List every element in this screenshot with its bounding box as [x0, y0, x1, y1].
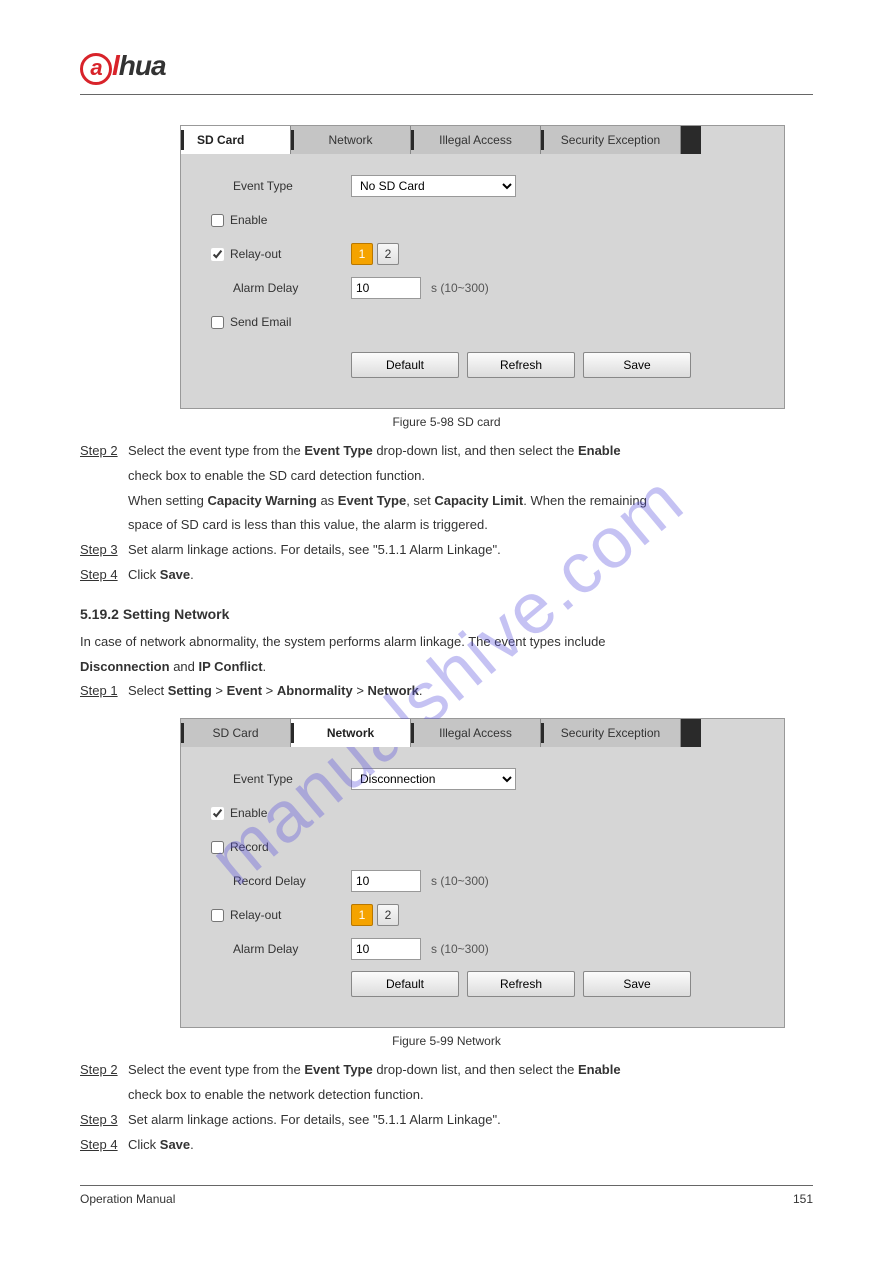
network-panel: SD Card Network Illegal Access Security … — [180, 718, 785, 1028]
tab-label: Security Exception — [561, 133, 660, 147]
tab-network[interactable]: Network — [291, 126, 411, 154]
figure-caption-2: Figure 5-99 Network — [80, 1034, 813, 1048]
tab-illegal-access[interactable]: Illegal Access — [411, 719, 541, 747]
section-heading-network: 5.19.2 Setting Network — [80, 606, 813, 622]
network-intro-1: In case of network abnormality, the syst… — [80, 632, 813, 653]
net-step-2-text: Select the event type from the Event Typ… — [128, 1060, 621, 1081]
step-2-note1: When setting Capacity Warning as Event T… — [128, 491, 813, 512]
relay-out-checkbox[interactable] — [211, 248, 224, 261]
tab-bar: SD Card Network Illegal Access Security … — [181, 719, 784, 747]
record-delay-label: Record Delay — [211, 874, 351, 888]
net-step-4-tag: Step 4 — [80, 1135, 128, 1156]
alarm-delay-input[interactable] — [351, 938, 421, 960]
tab-illegal-access[interactable]: Illegal Access — [411, 126, 541, 154]
step-2-cont: check box to enable the SD card detectio… — [128, 466, 813, 487]
record-label: Record — [230, 840, 269, 854]
relay-channel-2[interactable]: 2 — [377, 243, 399, 265]
step-3-tag: Step 3 — [80, 540, 128, 561]
bottom-divider — [80, 1185, 813, 1186]
alarm-delay-unit: s (10~300) — [431, 942, 489, 956]
default-button[interactable]: Default — [351, 971, 459, 997]
relay-channel-2[interactable]: 2 — [377, 904, 399, 926]
relay-out-label: Relay-out — [230, 908, 281, 922]
step-2-note2: space of SD card is less than this value… — [128, 515, 813, 536]
step-4-text: Click Save. — [128, 565, 194, 586]
tab-overflow — [681, 126, 701, 154]
page-number: 151 — [793, 1192, 813, 1206]
enable-label: Enable — [230, 806, 267, 820]
tab-bar: SD Card Network Illegal Access Security … — [181, 126, 784, 154]
top-divider — [80, 94, 813, 95]
footer-left: Operation Manual — [80, 1192, 175, 1206]
relay-out-checkbox[interactable] — [211, 909, 224, 922]
tab-label: SD Card — [197, 133, 244, 147]
step-2-text: Select the event type from the Event Typ… — [128, 441, 621, 462]
alarm-delay-unit: s (10~300) — [431, 281, 489, 295]
step-3-text: Set alarm linkage actions. For details, … — [128, 540, 501, 561]
event-type-select[interactable]: No SD Card — [351, 175, 516, 197]
save-button[interactable]: Save — [583, 971, 691, 997]
enable-checkbox[interactable] — [211, 214, 224, 227]
tab-label: Illegal Access — [439, 726, 512, 740]
net-step-1-text: Select Setting > Event > Abnormality > N… — [128, 681, 422, 702]
logo: alhua — [80, 50, 813, 90]
enable-label: Enable — [230, 213, 267, 227]
save-button[interactable]: Save — [583, 352, 691, 378]
sd-card-panel: SD Card Network Illegal Access Security … — [180, 125, 785, 409]
step-2-tag: Step 2 — [80, 441, 128, 462]
tab-label: Network — [328, 133, 372, 147]
relay-channel-1[interactable]: 1 — [351, 904, 373, 926]
send-email-checkbox[interactable] — [211, 316, 224, 329]
event-type-label: Event Type — [211, 772, 351, 786]
tab-label: Network — [327, 726, 374, 740]
net-step-3-tag: Step 3 — [80, 1110, 128, 1131]
record-delay-unit: s (10~300) — [431, 874, 489, 888]
alarm-delay-label: Alarm Delay — [211, 942, 351, 956]
figure-caption-1: Figure 5-98 SD card — [80, 415, 813, 429]
relay-out-label: Relay-out — [230, 247, 281, 261]
step-4-tag: Step 4 — [80, 565, 128, 586]
network-intro-2: Disconnection and IP Conflict. — [80, 657, 813, 678]
tab-security-exception[interactable]: Security Exception — [541, 126, 681, 154]
tab-label: Illegal Access — [439, 133, 512, 147]
tab-network[interactable]: Network — [291, 719, 411, 747]
net-step-4-text: Click Save. — [128, 1135, 194, 1156]
alarm-delay-label: Alarm Delay — [211, 281, 351, 295]
tab-label: Security Exception — [561, 726, 660, 740]
net-step-2-cont: check box to enable the network detectio… — [128, 1085, 813, 1106]
record-checkbox[interactable] — [211, 841, 224, 854]
net-step-2-tag: Step 2 — [80, 1060, 128, 1081]
send-email-label: Send Email — [230, 315, 291, 329]
event-type-select[interactable]: Disconnection — [351, 768, 516, 790]
enable-checkbox[interactable] — [211, 807, 224, 820]
tab-security-exception[interactable]: Security Exception — [541, 719, 681, 747]
tab-sd-card[interactable]: SD Card — [181, 719, 291, 747]
alarm-delay-input[interactable] — [351, 277, 421, 299]
refresh-button[interactable]: Refresh — [467, 971, 575, 997]
event-type-label: Event Type — [211, 179, 351, 193]
tab-overflow — [681, 719, 701, 747]
refresh-button[interactable]: Refresh — [467, 352, 575, 378]
tab-sd-card[interactable]: SD Card — [181, 126, 291, 154]
net-step-1-tag: Step 1 — [80, 681, 128, 702]
relay-channel-1[interactable]: 1 — [351, 243, 373, 265]
tab-label: SD Card — [212, 726, 258, 740]
net-step-3-text: Set alarm linkage actions. For details, … — [128, 1110, 501, 1131]
default-button[interactable]: Default — [351, 352, 459, 378]
record-delay-input[interactable] — [351, 870, 421, 892]
